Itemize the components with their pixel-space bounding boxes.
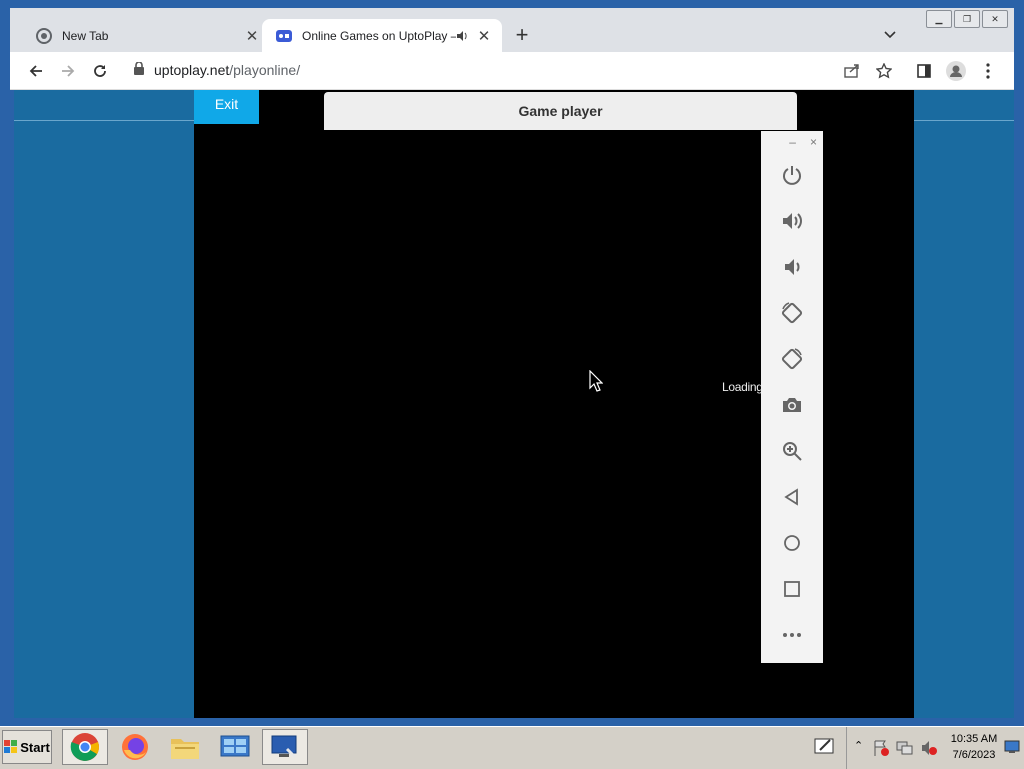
- side-panel-icon[interactable]: [914, 61, 934, 81]
- close-window-icon[interactable]: ✕: [982, 10, 1008, 28]
- tab-title: New Tab: [62, 28, 109, 43]
- share-icon[interactable]: [842, 61, 862, 81]
- player-title: Game player: [324, 92, 797, 130]
- page-content: Exit Game player Loading – ×: [14, 90, 1014, 718]
- clock[interactable]: 10:35 AM 7/6/2023: [944, 731, 1004, 763]
- taskbar-chrome-icon[interactable]: [62, 729, 108, 765]
- tray-expand-icon[interactable]: ⌃: [854, 739, 863, 752]
- bookmark-star-icon[interactable]: [874, 61, 894, 81]
- network-icon[interactable]: [896, 739, 914, 762]
- forward-arrow-icon[interactable]: [58, 61, 78, 81]
- url-domain: uptoplay.net: [154, 62, 230, 78]
- back-icon[interactable]: [761, 477, 823, 517]
- tab-search-icon[interactable]: [884, 26, 896, 44]
- browser-window: New Tab ✕ Online Games on UptoPlay — P ✕…: [10, 8, 1014, 718]
- tab-close-icon[interactable]: ✕: [244, 27, 260, 45]
- taskbar-remote-desktop-icon[interactable]: [262, 729, 308, 765]
- show-desktop-icon[interactable]: [1004, 739, 1020, 760]
- tab-new-tab[interactable]: New Tab ✕: [22, 19, 270, 52]
- uptoplay-icon: [276, 28, 292, 44]
- chrome-icon: [36, 27, 52, 44]
- speaker-icon[interactable]: [456, 30, 472, 42]
- restore-window-icon[interactable]: ❐: [954, 10, 980, 28]
- new-tab-button[interactable]: +: [510, 22, 534, 48]
- taskbar-file-explorer-icon[interactable]: [162, 729, 208, 765]
- emulator-side-panel: – ×: [761, 131, 823, 663]
- loading-text: Loading: [722, 380, 763, 394]
- flag-alert-icon[interactable]: [872, 739, 890, 762]
- address-bar[interactable]: uptoplay.net/playonline/: [154, 62, 300, 78]
- lock-icon[interactable]: [134, 61, 144, 80]
- rotate-right-icon[interactable]: [761, 339, 823, 379]
- tab-title: Online Games on UptoPlay — P: [302, 28, 456, 43]
- camera-icon[interactable]: [761, 385, 823, 425]
- window-controls: ▁ ❐ ✕: [926, 10, 1008, 28]
- back-arrow-icon[interactable]: [26, 61, 46, 81]
- rotate-left-icon[interactable]: [761, 293, 823, 333]
- taskbar: Start ⌃ 10:35 AM 7/6/2023: [0, 726, 1024, 769]
- tab-strip: New Tab ✕ Online Games on UptoPlay — P ✕…: [10, 8, 1014, 52]
- more-icon[interactable]: [761, 615, 823, 655]
- clock-time: 10:35 AM: [950, 733, 998, 745]
- panel-minimize-icon[interactable]: –: [789, 135, 796, 149]
- side-panel-controls: – ×: [789, 135, 817, 149]
- start-button[interactable]: Start: [2, 730, 52, 764]
- tab-uptoplay[interactable]: Online Games on UptoPlay — P ✕: [262, 19, 502, 52]
- volume-down-icon[interactable]: [761, 247, 823, 287]
- profile-avatar-icon[interactable]: [946, 61, 966, 81]
- exit-button[interactable]: Exit: [194, 90, 259, 124]
- menu-dots-icon[interactable]: [978, 61, 998, 81]
- mouse-cursor-icon: [589, 369, 604, 397]
- panel-close-icon[interactable]: ×: [810, 135, 817, 149]
- volume-up-icon[interactable]: [761, 201, 823, 241]
- windows-logo-icon: [4, 740, 18, 753]
- power-icon[interactable]: [761, 155, 823, 195]
- recents-icon[interactable]: [761, 569, 823, 609]
- tab-close-icon[interactable]: ✕: [476, 27, 492, 45]
- taskbar-control-panel-icon[interactable]: [212, 729, 258, 765]
- url-path: /playonline/: [229, 62, 301, 78]
- volume-muted-icon[interactable]: [920, 739, 938, 762]
- browser-toolbar: uptoplay.net/playonline/: [10, 52, 1014, 90]
- tray-divider: [846, 727, 847, 769]
- reload-icon[interactable]: [90, 61, 110, 81]
- pen-input-icon[interactable]: [814, 735, 836, 762]
- clock-date: 7/6/2023: [952, 749, 996, 761]
- taskbar-firefox-icon[interactable]: [112, 729, 158, 765]
- zoom-icon[interactable]: [761, 431, 823, 471]
- home-icon[interactable]: [761, 523, 823, 563]
- minimize-window-icon[interactable]: ▁: [926, 10, 952, 28]
- start-label: Start: [20, 739, 50, 755]
